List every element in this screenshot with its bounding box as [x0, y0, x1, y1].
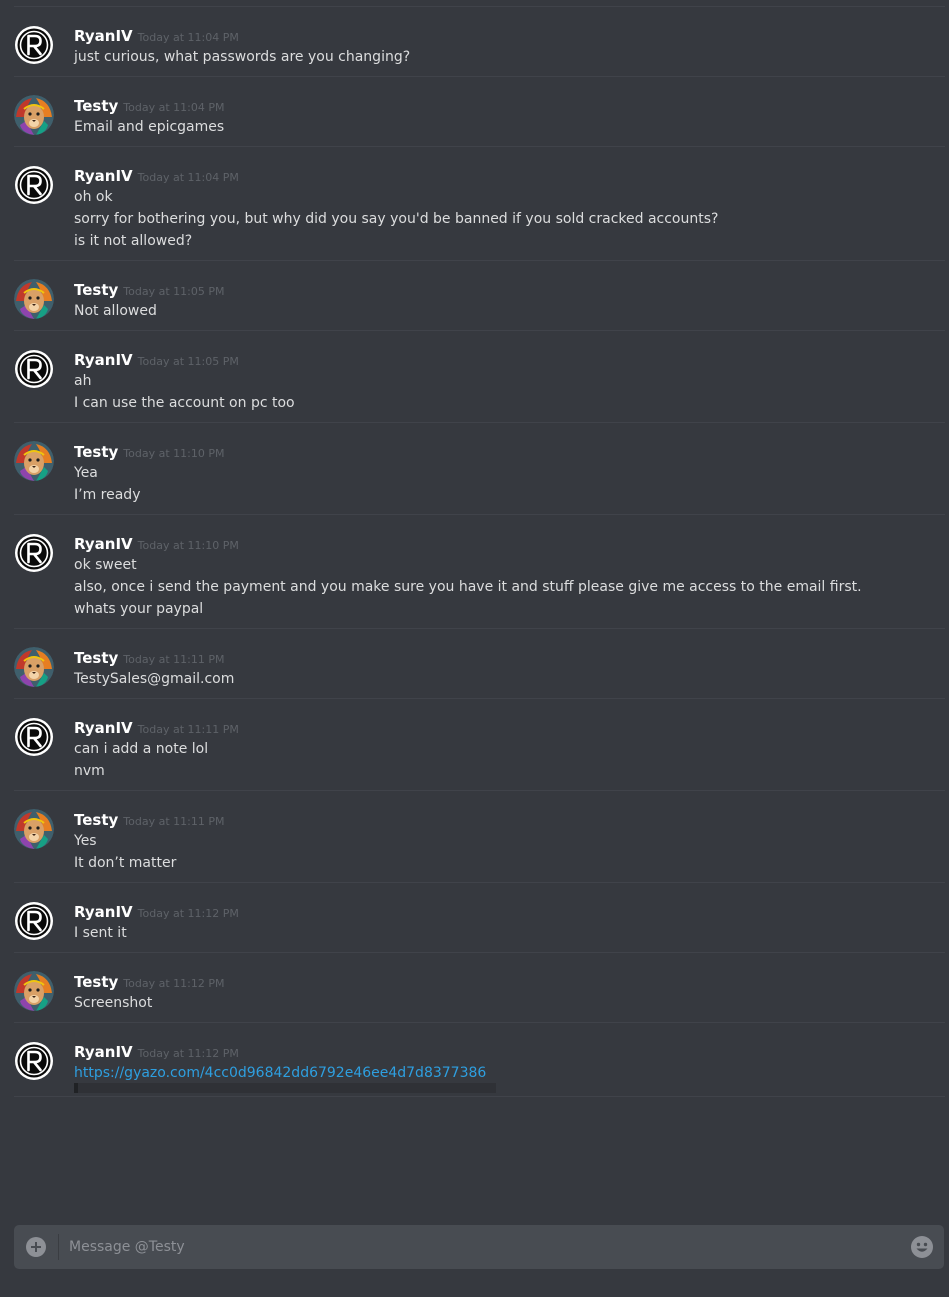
- username[interactable]: Testy: [74, 811, 118, 829]
- message-list[interactable]: RyanIV Today at 11:04 PM just curious, wha…: [0, 0, 949, 1205]
- timestamp: Today at 11:11 PM: [137, 723, 239, 736]
- username[interactable]: Testy: [74, 649, 118, 667]
- timestamp: Today at 11:05 PM: [137, 355, 239, 368]
- username[interactable]: Testy: [74, 443, 118, 461]
- username[interactable]: RyanIV: [74, 1043, 133, 1061]
- message-group: RyanIV Today at 11:11 PM can i add a note …: [0, 699, 949, 791]
- message-header: RyanIV Today at 11:05 PM: [74, 350, 239, 370]
- message-group: Testy Today at 11:11 PM Yes It don’t matter: [0, 791, 949, 883]
- message-group: RyanIV Today at 11:12 PM https://gyazo.com…: [0, 1023, 949, 1097]
- username[interactable]: RyanIV: [74, 27, 133, 45]
- avatar[interactable]: [14, 717, 54, 757]
- timestamp: Today at 11:11 PM: [123, 815, 225, 828]
- plus-circle-icon[interactable]: [26, 1237, 46, 1257]
- message-text: oh ok: [74, 189, 113, 205]
- message-text: I’m ready: [74, 487, 141, 503]
- message-group: RyanIV Today at 11:04 PM just curious, wha…: [0, 7, 949, 77]
- username[interactable]: RyanIV: [74, 535, 133, 553]
- timestamp: Today at 11:10 PM: [137, 539, 239, 552]
- avatar[interactable]: [14, 971, 54, 1011]
- timestamp: Today at 11:04 PM: [123, 101, 225, 114]
- avatar[interactable]: [14, 165, 54, 205]
- smiley-icon[interactable]: [910, 1235, 934, 1259]
- timestamp: Today at 11:12 PM: [123, 977, 225, 990]
- message-header: Testy Today at 11:05 PM: [74, 280, 224, 300]
- timestamp: Today at 11:04 PM: [137, 171, 239, 184]
- username[interactable]: Testy: [74, 281, 118, 299]
- timestamp: Today at 11:10 PM: [123, 447, 225, 460]
- message-input[interactable]: [69, 1234, 889, 1260]
- message-group: RyanIV Today at 11:12 PM I sent it: [0, 883, 949, 953]
- message-text: It don’t matter: [74, 855, 177, 871]
- message-text: also, once i send the payment and you ma…: [74, 579, 862, 595]
- message-header: RyanIV Today at 11:10 PM: [74, 534, 239, 554]
- username[interactable]: Testy: [74, 973, 118, 991]
- message-header: Testy Today at 11:10 PM: [74, 442, 224, 462]
- avatar[interactable]: [14, 809, 54, 849]
- message-text: can i add a note lol: [74, 741, 209, 757]
- message-text: Yea: [74, 465, 98, 481]
- message-link[interactable]: https://gyazo.com/4cc0d96842dd6792e46ee4…: [74, 1063, 486, 1083]
- avatar[interactable]: [14, 349, 54, 389]
- message-header: Testy Today at 11:11 PM: [74, 810, 224, 830]
- message-group: RyanIV Today at 11:04 PM oh ok sorry for bo…: [0, 147, 949, 261]
- avatar[interactable]: [14, 279, 54, 319]
- message-text: ok sweet: [74, 557, 137, 573]
- message-header: RyanIV Today at 11:11 PM: [74, 718, 239, 738]
- message-group: Testy Today at 11:05 PM Not allowed: [0, 261, 949, 331]
- message-text: Email and epicgames: [74, 119, 225, 135]
- message-text: TestySales@gmail.com: [74, 671, 235, 687]
- message-header: RyanIV Today at 11:04 PM: [74, 166, 239, 186]
- message-text: I sent it: [74, 925, 127, 941]
- message-group: Testy Today at 11:10 PM Yea I’m ready: [0, 423, 949, 515]
- message-text: is it not allowed?: [74, 233, 193, 249]
- avatar[interactable]: [14, 901, 54, 941]
- message-text: sorry for bothering you, but why did you…: [74, 211, 719, 227]
- timestamp: Today at 11:11 PM: [123, 653, 225, 666]
- message-text: whats your paypal: [74, 601, 204, 617]
- message-text: Not allowed: [74, 303, 157, 319]
- timestamp: Today at 11:12 PM: [137, 907, 239, 920]
- avatar[interactable]: [14, 533, 54, 573]
- message-header: RyanIV Today at 11:04 PM: [74, 26, 239, 46]
- message-header: RyanIV Today at 11:12 PM: [74, 902, 239, 922]
- avatar[interactable]: [14, 1041, 54, 1081]
- divider: [14, 1096, 945, 1097]
- avatar[interactable]: [14, 647, 54, 687]
- message-text: ah: [74, 373, 92, 389]
- message-group: Testy Today at 11:04 PM Email and epicgame…: [0, 77, 949, 147]
- timestamp: Today at 11:12 PM: [137, 1047, 239, 1060]
- avatar[interactable]: [14, 25, 54, 65]
- message-text: I can use the account on pc too: [74, 395, 295, 411]
- message-text: just curious, what passwords are you cha…: [74, 49, 411, 65]
- avatar[interactable]: [14, 441, 54, 481]
- username[interactable]: RyanIV: [74, 903, 133, 921]
- message-group: Testy Today at 11:11 PM TestySales@gmail.c…: [0, 629, 949, 699]
- message-group: RyanIV Today at 11:05 PM ah I can use the a…: [0, 331, 949, 423]
- message-header: Testy Today at 11:12 PM: [74, 972, 224, 992]
- username[interactable]: RyanIV: [74, 719, 133, 737]
- message-composer: [14, 1225, 944, 1269]
- message-group: Testy Today at 11:12 PM Screenshot: [0, 953, 949, 1023]
- message-text: Yes: [74, 833, 97, 849]
- message-header: Testy Today at 11:04 PM: [74, 96, 224, 116]
- link-embed[interactable]: [74, 1083, 496, 1093]
- timestamp: Today at 11:04 PM: [137, 31, 239, 44]
- message-text: nvm: [74, 763, 105, 779]
- username[interactable]: RyanIV: [74, 351, 133, 369]
- message-text: Screenshot: [74, 995, 153, 1011]
- username[interactable]: Testy: [74, 97, 118, 115]
- message-group: RyanIV Today at 11:10 PM ok sweet also, onc…: [0, 515, 949, 629]
- composer-separator: [58, 1234, 59, 1260]
- message-header: RyanIV Today at 11:12 PM: [74, 1042, 239, 1062]
- message-header: Testy Today at 11:11 PM: [74, 648, 224, 668]
- timestamp: Today at 11:05 PM: [123, 285, 225, 298]
- avatar[interactable]: [14, 95, 54, 135]
- username[interactable]: RyanIV: [74, 167, 133, 185]
